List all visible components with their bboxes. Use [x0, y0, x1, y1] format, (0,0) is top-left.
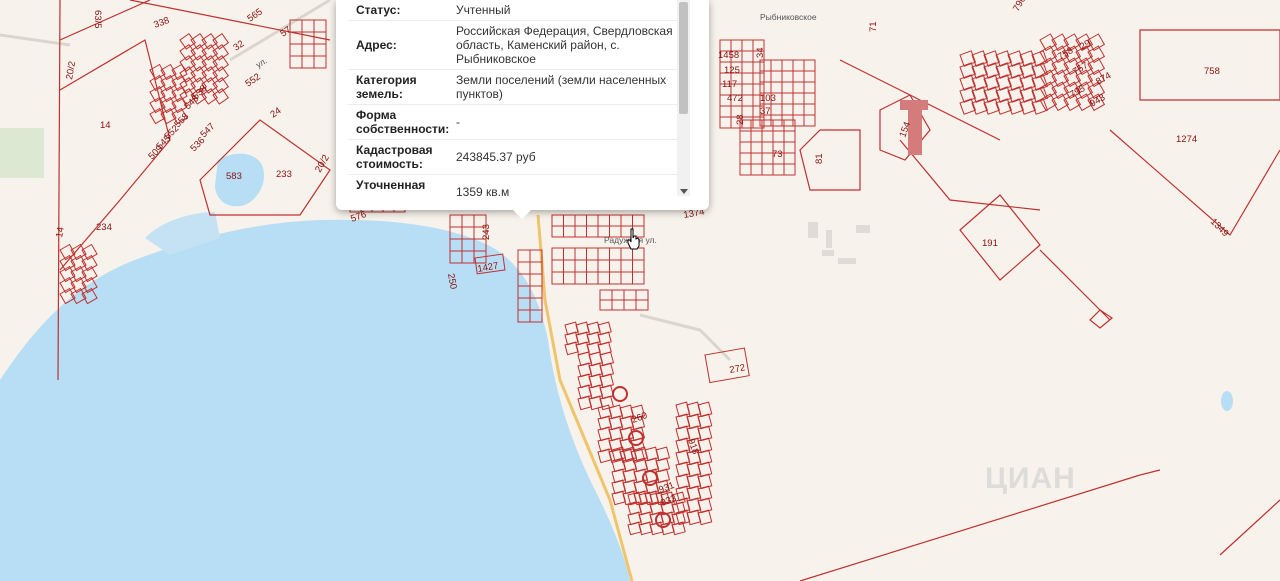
popup-pointer — [512, 209, 532, 219]
popup-scrollbar[interactable] — [677, 0, 690, 196]
parcel-number-label: 758 — [1204, 66, 1220, 77]
parcel-number-label: 583 — [226, 171, 242, 182]
popup-row-ownership: Форма собственности: - — [348, 105, 678, 140]
parcel-number-label: 103 — [760, 93, 776, 104]
parcel-number-label: 1458 — [718, 50, 739, 61]
row-value: Земли поселений (земли населенных пункто… — [456, 73, 667, 101]
row-value: - — [456, 115, 460, 129]
row-key: Категория земель: — [356, 73, 417, 101]
popup-content[interactable]: Статус: Учтенный Адрес: Российская Федер… — [348, 0, 678, 196]
street-label: Рыбниковское — [760, 12, 817, 22]
parcel-info-popup[interactable]: Статус: Учтенный Адрес: Российская Федер… — [336, 0, 709, 210]
parcel-number-label: 14 — [54, 226, 67, 238]
row-value: Российская Федерация, Свердловская облас… — [456, 24, 673, 66]
parcel-number-label: 37 — [760, 106, 771, 117]
row-value: 243845.37 руб — [456, 150, 536, 164]
parcel-number-label: 34 — [755, 47, 766, 58]
small-pond — [1221, 391, 1233, 411]
row-key: Уточненная площадь: — [356, 178, 426, 196]
parcel-number-label: 233 — [276, 169, 292, 180]
parcel-number-label: 234 — [96, 222, 112, 233]
watermark: ЦИАН — [985, 462, 1076, 495]
scroll-down-arrow-icon[interactable] — [680, 189, 688, 194]
parcel-number-label: 472 — [727, 93, 743, 104]
popup-row-address: Адрес: Российская Федерация, Свердловска… — [348, 21, 678, 70]
parcel-number-label: 1274 — [1176, 134, 1197, 145]
row-key: Статус: — [356, 3, 401, 17]
green-area — [0, 128, 44, 178]
parcel-number-label: 243 — [481, 224, 492, 240]
popup-row-category: Категория земель: Земли поселений (земли… — [348, 70, 678, 105]
parcel-number-label: 125 — [724, 65, 740, 76]
parcel-number-label: 191 — [982, 238, 998, 249]
parcel-number-label: 71 — [868, 21, 879, 32]
scrollbar-thumb[interactable] — [679, 2, 688, 114]
parcel-number-label: 117 — [722, 79, 737, 90]
popup-row-status: Статус: Учтенный — [348, 0, 678, 21]
parcel-number-label: 81 — [814, 153, 825, 164]
parcel-number-label: 14 — [100, 120, 111, 131]
row-key: Адрес: — [356, 38, 397, 52]
row-key: Форма собственности: — [356, 108, 450, 136]
parcel-number-label: 73 — [772, 149, 783, 160]
parcel-number-label: 28 — [735, 114, 746, 125]
hand-cursor-icon — [627, 228, 640, 250]
row-value: 1359 кв.м — [456, 185, 510, 196]
row-key: Кадастровая стоимость: — [356, 143, 433, 171]
popup-row-cadastral-value: Кадастровая стоимость: 243845.37 руб — [348, 140, 678, 175]
popup-row-area: Уточненная площадь: 1359 кв.м — [348, 175, 678, 196]
parcel-number-label: 63/5 — [92, 10, 103, 29]
row-value: Учтенный — [456, 3, 511, 17]
building — [900, 100, 928, 110]
